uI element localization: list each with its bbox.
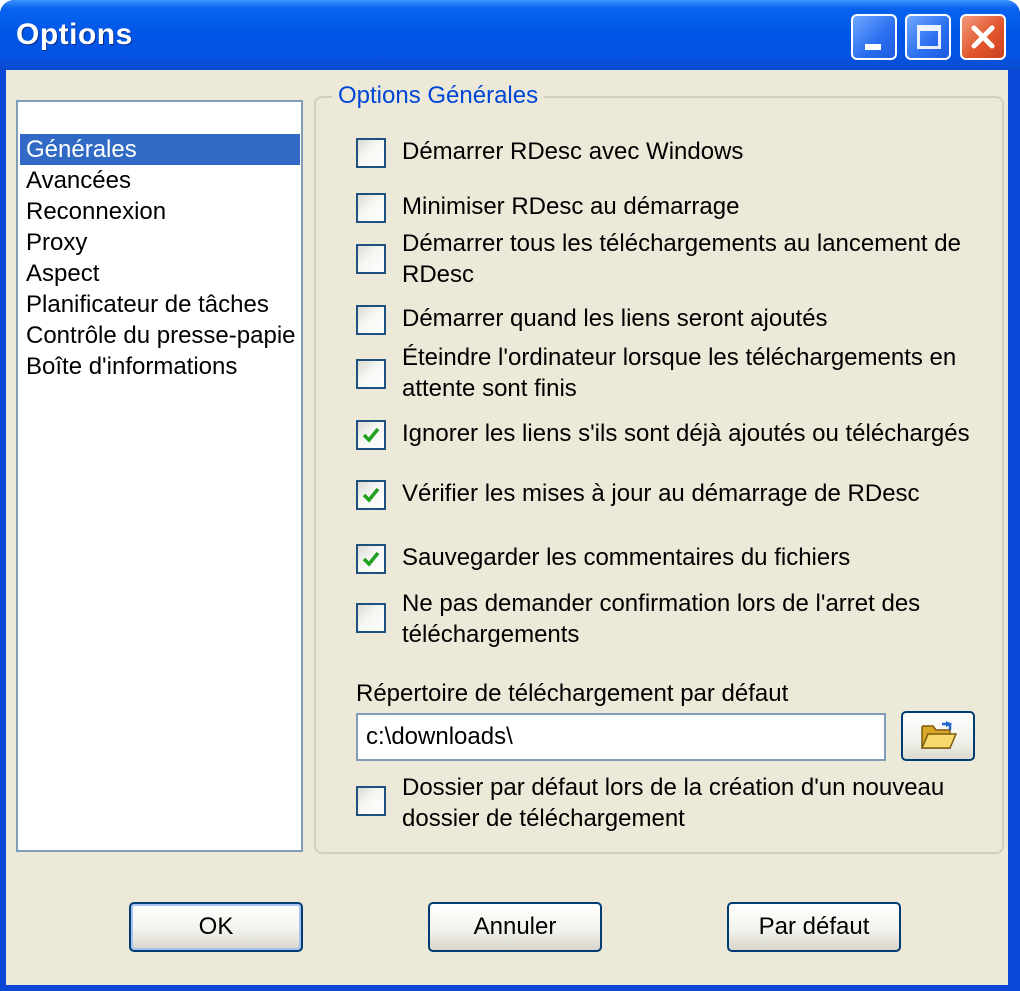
option-shutdown-when-done[interactable]: Éteindre l'ordinateur lorsque les téléch… — [356, 342, 996, 406]
category-item-avancees[interactable]: Avancées — [20, 165, 300, 196]
close-icon — [971, 25, 995, 49]
category-item-planificateur[interactable]: Planificateur de tâches — [20, 289, 300, 320]
category-item-generales[interactable]: Générales — [20, 134, 300, 165]
option-minimize-on-start[interactable]: Minimiser RDesc au démarrage — [356, 187, 996, 227]
dialog-body: Générales Avancées Reconnexion Proxy Asp… — [6, 70, 1008, 985]
checkmark-icon — [362, 427, 380, 443]
checkbox[interactable] — [356, 193, 386, 223]
checkbox[interactable] — [356, 244, 386, 274]
option-label: Minimiser RDesc au démarrage — [402, 193, 740, 220]
download-dir-input[interactable] — [356, 713, 886, 761]
open-folder-icon — [920, 721, 958, 749]
category-item-presse-papier[interactable]: Contrôle du presse-papie — [20, 320, 300, 351]
checkbox[interactable] — [356, 603, 386, 633]
checkbox[interactable] — [356, 420, 386, 450]
option-label: Ne pas demander confirmation lors de l'a… — [402, 590, 921, 648]
general-options-group: Options Générales Démarrer RDesc avec Wi… — [314, 82, 1004, 854]
download-dir-label: Répertoire de téléchargement par défaut — [356, 680, 789, 707]
option-save-comments[interactable]: Sauvegarder les commentaires du fichiers — [356, 538, 996, 578]
window-title: Options — [16, 18, 133, 51]
checkbox[interactable] — [356, 305, 386, 335]
checkmark-icon — [362, 487, 380, 503]
default-button[interactable]: Par défaut — [727, 902, 901, 952]
title-bar[interactable]: Options — [0, 0, 1020, 70]
maximize-icon — [917, 25, 941, 49]
checkbox[interactable] — [356, 544, 386, 574]
option-label: Dossier par défaut lors de la création d… — [402, 774, 945, 832]
option-check-updates[interactable]: Vérifier les mises à jour au démarrage d… — [356, 474, 996, 514]
close-button[interactable] — [960, 14, 1006, 60]
ok-button[interactable]: OK — [129, 902, 303, 952]
minimize-button[interactable] — [851, 14, 897, 60]
option-label: Ignorer les liens s'ils sont déjà ajouté… — [402, 420, 970, 447]
maximize-button[interactable] — [905, 14, 951, 60]
option-default-folder-new-download[interactable]: Dossier par défaut lors de la création d… — [356, 772, 996, 836]
option-label: Démarrer quand les liens seront ajoutés — [402, 305, 828, 332]
option-start-when-links-added[interactable]: Démarrer quand les liens seront ajoutés — [356, 299, 996, 339]
option-start-downloads-on-launch[interactable]: Démarrer tous les téléchargements au lan… — [356, 228, 996, 292]
minimize-icon — [865, 44, 881, 50]
cancel-button[interactable]: Annuler — [428, 902, 602, 952]
option-start-with-windows[interactable]: Démarrer RDesc avec Windows — [356, 132, 996, 172]
option-label: Sauvegarder les commentaires du fichiers — [402, 544, 851, 571]
checkmark-icon — [362, 551, 380, 567]
checkbox[interactable] — [356, 138, 386, 168]
category-item-aspect[interactable]: Aspect — [20, 258, 300, 289]
category-item-boite-informations[interactable]: Boîte d'informations — [20, 351, 300, 382]
checkbox[interactable] — [356, 359, 386, 389]
options-window: Options Générales Avancées Reconnexion P… — [0, 0, 1020, 991]
option-no-confirm-stop[interactable]: Ne pas demander confirmation lors de l'a… — [356, 588, 996, 652]
checkbox[interactable] — [356, 480, 386, 510]
option-ignore-existing-links[interactable]: Ignorer les liens s'ils sont déjà ajouté… — [356, 414, 996, 454]
checkbox[interactable] — [356, 786, 386, 816]
group-legend: Options Générales — [332, 82, 545, 110]
option-label: Éteindre l'ordinateur lorsque les téléch… — [402, 344, 957, 402]
category-item-reconnexion[interactable]: Reconnexion — [20, 196, 300, 227]
browse-folder-button[interactable] — [901, 711, 975, 761]
option-label: Démarrer RDesc avec Windows — [402, 138, 744, 165]
option-label: Vérifier les mises à jour au démarrage d… — [402, 480, 920, 507]
option-label: Démarrer tous les téléchargements au lan… — [402, 230, 961, 288]
category-list[interactable]: Générales Avancées Reconnexion Proxy Asp… — [16, 100, 303, 852]
category-item-proxy[interactable]: Proxy — [20, 227, 300, 258]
